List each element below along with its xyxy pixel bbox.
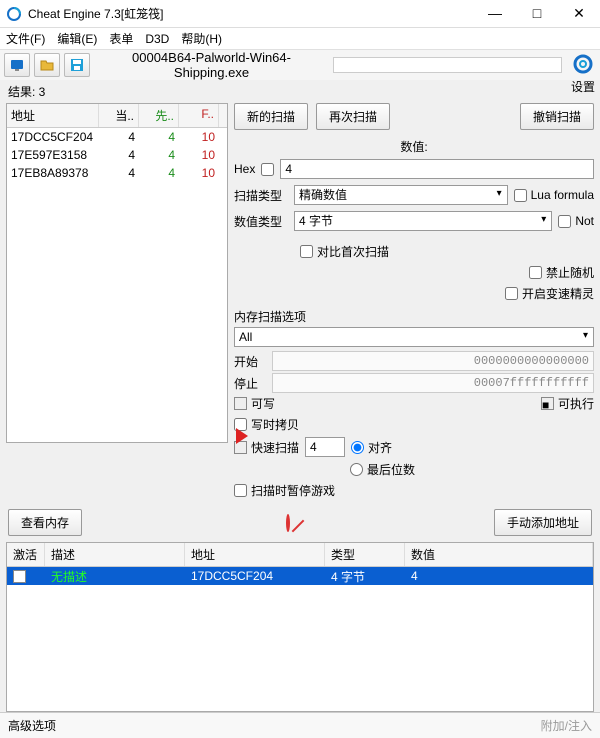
progress-bar: [333, 57, 562, 73]
hex-label: Hex: [234, 162, 255, 176]
start-value[interactable]: 0000000000000000: [272, 351, 594, 371]
stop-label: 停止: [234, 375, 264, 392]
folder-open-icon: [39, 57, 55, 73]
remove-entry-icon[interactable]: [286, 514, 290, 532]
menu-d3d[interactable]: D3D: [145, 32, 169, 46]
speed-wizard-checkbox[interactable]: 开启变速精灵: [505, 285, 594, 302]
compare-first-checkbox[interactable]: 对比首次扫描: [300, 243, 389, 260]
stop-value[interactable]: 00007fffffffffff: [272, 373, 594, 393]
hex-checkbox[interactable]: [261, 163, 274, 176]
col-first[interactable]: F..: [179, 104, 219, 127]
lua-formula-checkbox[interactable]: Lua formula: [514, 188, 594, 202]
start-label: 开始: [234, 353, 264, 370]
col-active[interactable]: 激活: [7, 543, 45, 566]
table-row[interactable]: 17E597E31584410: [7, 146, 227, 164]
col-current[interactable]: 当..: [99, 104, 139, 127]
value-type-label: 数值类型: [234, 213, 288, 230]
app-icon: [6, 6, 22, 22]
process-name: 00004B64-Palworld-Win64-Shipping.exe: [94, 50, 329, 80]
close-button[interactable]: ✕: [564, 5, 594, 22]
settings-button[interactable]: 设置: [568, 52, 598, 95]
view-memory-button[interactable]: 查看内存: [8, 509, 82, 536]
floppy-icon: [69, 57, 85, 73]
align-radio[interactable]: 对齐: [351, 439, 392, 456]
new-scan-button[interactable]: 新的扫描: [234, 103, 308, 130]
col-value[interactable]: 数值: [405, 543, 593, 566]
save-button[interactable]: [64, 53, 90, 77]
scan-type-label: 扫描类型: [234, 187, 288, 204]
minimize-button[interactable]: —: [480, 5, 510, 22]
pause-checkbox[interactable]: 扫描时暂停游戏: [234, 482, 335, 499]
mem-region-select[interactable]: All: [234, 327, 594, 347]
col-address[interactable]: 地址: [7, 104, 99, 127]
cheat-table[interactable]: 激活 描述 地址 类型 数值 无描述17DCC5CF2044 字节4: [6, 542, 594, 712]
value-type-select[interactable]: 4 字节: [294, 211, 552, 231]
process-bar: 00004B64-Palworld-Win64-Shipping.exe: [0, 50, 600, 80]
writable-checkbox[interactable]: 可写: [234, 395, 275, 412]
menu-file[interactable]: 文件(F): [6, 30, 45, 47]
col-addr2[interactable]: 地址: [185, 543, 325, 566]
fast-scan-value[interactable]: [305, 437, 345, 457]
add-to-list-arrow-icon[interactable]: [232, 426, 252, 446]
monitor-glow-icon: [9, 57, 25, 73]
maximize-button[interactable]: □: [522, 5, 552, 22]
results-table[interactable]: 地址 当.. 先.. F.. 17DCC5CF204441017E597E315…: [6, 103, 228, 443]
cheat-row[interactable]: 无描述17DCC5CF2044 字节4: [7, 567, 593, 585]
lastdigits-radio[interactable]: 最后位数: [350, 461, 415, 478]
add-address-manual-button[interactable]: 手动添加地址: [494, 509, 592, 536]
col-previous[interactable]: 先..: [139, 104, 179, 127]
open-file-button[interactable]: [34, 53, 60, 77]
value-input[interactable]: [280, 159, 594, 179]
titlebar: Cheat Engine 7.3[虹笼筏] — □ ✕: [0, 0, 600, 28]
window-title: Cheat Engine 7.3[虹笼筏]: [28, 5, 480, 22]
executable-checkbox[interactable]: ■可执行: [541, 395, 594, 412]
advanced-options[interactable]: 高级选项: [8, 717, 56, 734]
scan-type-select[interactable]: 精确数值: [294, 185, 508, 205]
value-label: 数值:: [234, 138, 594, 155]
open-process-button[interactable]: [4, 53, 30, 77]
results-count: 结果: 3: [0, 80, 600, 103]
next-scan-button[interactable]: 再次扫描: [316, 103, 390, 130]
menu-edit[interactable]: 编辑(E): [57, 30, 97, 47]
undo-scan-button[interactable]: 撤销扫描: [520, 103, 594, 130]
not-checkbox[interactable]: Not: [558, 214, 594, 228]
mem-options-label: 内存扫描选项: [234, 308, 594, 325]
col-desc[interactable]: 描述: [45, 543, 185, 566]
col-type[interactable]: 类型: [325, 543, 405, 566]
menubar: 文件(F) 编辑(E) 表单 D3D 帮助(H): [0, 28, 600, 50]
menu-table[interactable]: 表单: [109, 30, 133, 47]
attach-inject-label: 附加/注入: [541, 717, 592, 734]
settings-ring-icon: [571, 52, 595, 76]
table-row[interactable]: 17DCC5CF2044410: [7, 128, 227, 146]
table-row[interactable]: 17EB8A893784410: [7, 164, 227, 182]
menu-help[interactable]: 帮助(H): [181, 30, 222, 47]
no-random-checkbox[interactable]: 禁止随机: [529, 264, 594, 281]
